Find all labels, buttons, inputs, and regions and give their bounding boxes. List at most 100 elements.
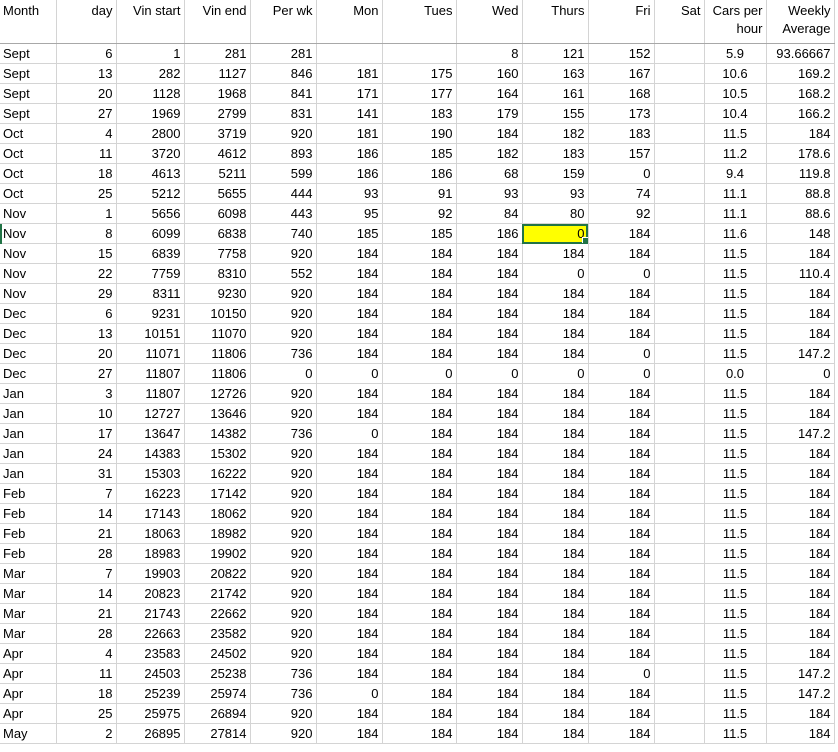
cell-wed[interactable]: 184 xyxy=(456,423,523,444)
cell-fri[interactable]: 184 xyxy=(588,483,655,504)
cell-day[interactable]: 13 xyxy=(56,63,117,84)
cell-tues[interactable]: 184 xyxy=(382,243,457,264)
cell-wed[interactable]: 8 xyxy=(456,43,523,64)
cell-per-wk[interactable]: 920 xyxy=(250,483,317,504)
cell-mon[interactable]: 171 xyxy=(316,83,383,104)
cell-day[interactable]: 17 xyxy=(56,423,117,444)
cell-vin-end[interactable]: 4612 xyxy=(184,143,251,164)
cell-per-wk[interactable]: 740 xyxy=(250,223,317,244)
cell-tues[interactable]: 91 xyxy=(382,183,457,204)
cell-month[interactable]: Feb xyxy=(0,503,57,524)
cell-sat[interactable] xyxy=(654,523,705,544)
cell-cars-per-hour[interactable]: 11.5 xyxy=(704,283,767,304)
cell-wed[interactable]: 184 xyxy=(456,563,523,584)
header-weekly-average[interactable]: Weekly Average xyxy=(766,0,835,44)
cell-thurs[interactable]: 184 xyxy=(522,563,589,584)
cell-tues[interactable]: 184 xyxy=(382,263,457,284)
cell-sat[interactable] xyxy=(654,363,705,384)
cell-fri[interactable]: 184 xyxy=(588,383,655,404)
cell-thurs[interactable]: 182 xyxy=(522,123,589,144)
cell-weekly-average[interactable]: 147.2 xyxy=(766,683,835,704)
cell-per-wk[interactable]: 281 xyxy=(250,43,317,64)
cell-wed[interactable]: 68 xyxy=(456,163,523,184)
cell-thurs[interactable]: 184 xyxy=(522,643,589,664)
cell-mon[interactable]: 181 xyxy=(316,63,383,84)
cell-weekly-average[interactable]: 184 xyxy=(766,583,835,604)
cell-tues[interactable]: 184 xyxy=(382,663,457,684)
cell-tues[interactable]: 175 xyxy=(382,63,457,84)
cell-month[interactable]: Nov xyxy=(0,243,57,264)
cell-mon[interactable] xyxy=(316,43,383,64)
cell-sat[interactable] xyxy=(654,503,705,524)
cell-day[interactable]: 7 xyxy=(56,483,117,504)
cell-sat[interactable] xyxy=(654,663,705,684)
cell-wed[interactable]: 184 xyxy=(456,243,523,264)
cell-cars-per-hour[interactable]: 11.5 xyxy=(704,443,767,464)
cell-day[interactable]: 28 xyxy=(56,543,117,564)
cell-wed[interactable]: 186 xyxy=(456,223,523,244)
cell-vin-start[interactable]: 16223 xyxy=(116,483,185,504)
cell-month[interactable]: Nov xyxy=(0,223,57,244)
cell-vin-end[interactable]: 3719 xyxy=(184,123,251,144)
cell-vin-end[interactable]: 281 xyxy=(184,43,251,64)
cell-vin-start[interactable]: 7759 xyxy=(116,263,185,284)
header-sat[interactable]: Sat xyxy=(654,0,705,44)
header-tues[interactable]: Tues xyxy=(382,0,457,44)
cell-vin-end[interactable]: 15302 xyxy=(184,443,251,464)
cell-vin-end[interactable]: 7758 xyxy=(184,243,251,264)
cell-thurs[interactable]: 159 xyxy=(522,163,589,184)
cell-fri[interactable]: 173 xyxy=(588,103,655,124)
cell-tues[interactable]: 184 xyxy=(382,683,457,704)
cell-per-wk[interactable]: 444 xyxy=(250,183,317,204)
cell-tues[interactable]: 184 xyxy=(382,583,457,604)
cell-weekly-average[interactable]: 166.2 xyxy=(766,103,835,124)
cell-vin-start[interactable]: 25975 xyxy=(116,703,185,724)
cell-mon[interactable]: 184 xyxy=(316,543,383,564)
cell-thurs[interactable]: 184 xyxy=(522,603,589,624)
cell-vin-start[interactable]: 17143 xyxy=(116,503,185,524)
cell-sat[interactable] xyxy=(654,683,705,704)
cell-per-wk[interactable]: 0 xyxy=(250,363,317,384)
cell-per-wk[interactable]: 736 xyxy=(250,343,317,364)
cell-cars-per-hour[interactable]: 10.5 xyxy=(704,83,767,104)
header-thurs[interactable]: Thurs xyxy=(522,0,589,44)
cell-tues[interactable]: 184 xyxy=(382,283,457,304)
cell-fri[interactable]: 184 xyxy=(588,463,655,484)
cell-cars-per-hour[interactable]: 11.5 xyxy=(704,403,767,424)
cell-weekly-average[interactable]: 184 xyxy=(766,243,835,264)
cell-cars-per-hour[interactable]: 11.5 xyxy=(704,423,767,444)
cell-thurs[interactable]: 161 xyxy=(522,83,589,104)
cell-cars-per-hour[interactable]: 11.5 xyxy=(704,503,767,524)
cell-vin-start[interactable]: 4613 xyxy=(116,163,185,184)
header-month[interactable]: Month xyxy=(0,0,57,44)
cell-fri[interactable]: 167 xyxy=(588,63,655,84)
cell-vin-end[interactable]: 6838 xyxy=(184,223,251,244)
cell-vin-start[interactable]: 18983 xyxy=(116,543,185,564)
cell-thurs[interactable]: 163 xyxy=(522,63,589,84)
cell-tues[interactable]: 177 xyxy=(382,83,457,104)
cell-vin-start[interactable]: 1128 xyxy=(116,83,185,104)
cell-mon[interactable]: 0 xyxy=(316,363,383,384)
cell-fri[interactable]: 184 xyxy=(588,583,655,604)
cell-cars-per-hour[interactable]: 11.2 xyxy=(704,143,767,164)
cell-weekly-average[interactable]: 184 xyxy=(766,383,835,404)
cell-month[interactable]: May xyxy=(0,723,57,744)
cell-tues[interactable]: 184 xyxy=(382,643,457,664)
cell-per-wk[interactable]: 920 xyxy=(250,623,317,644)
cell-vin-end[interactable]: 21742 xyxy=(184,583,251,604)
cell-thurs[interactable]: 184 xyxy=(522,703,589,724)
cell-month[interactable]: Jan xyxy=(0,423,57,444)
cell-mon[interactable]: 141 xyxy=(316,103,383,124)
cell-vin-start[interactable]: 21743 xyxy=(116,603,185,624)
cell-mon[interactable]: 184 xyxy=(316,283,383,304)
cell-fri[interactable]: 184 xyxy=(588,723,655,744)
cell-vin-start[interactable]: 23583 xyxy=(116,643,185,664)
cell-thurs[interactable]: 93 xyxy=(522,183,589,204)
cell-month[interactable]: Jan xyxy=(0,383,57,404)
cell-vin-start[interactable]: 18063 xyxy=(116,523,185,544)
cell-month[interactable]: Dec xyxy=(0,323,57,344)
cell-fri[interactable]: 92 xyxy=(588,203,655,224)
cell-day[interactable]: 25 xyxy=(56,703,117,724)
cell-cars-per-hour[interactable]: 9.4 xyxy=(704,163,767,184)
cell-month[interactable]: Mar xyxy=(0,623,57,644)
